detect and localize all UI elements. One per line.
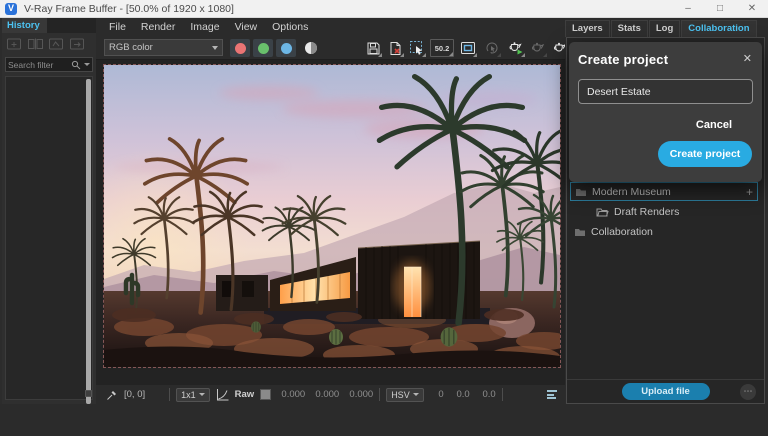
folder-icon [575,187,587,197]
pixel-probe-icon[interactable] [106,389,118,401]
raw-b-value: 0.000 [345,389,373,400]
chevron-down-icon [212,46,218,50]
red-channel-button[interactable] [230,39,250,57]
upload-row: Upload file ⋯ [567,379,764,403]
tab-stats[interactable]: Stats [611,20,648,37]
folder-icon [574,227,586,237]
chevron-down-icon [413,393,419,396]
compare-ab-icon[interactable] [27,37,44,51]
follow-mouse-icon[interactable] [483,39,501,57]
pixel-ratio-value: 1x1 [181,390,196,400]
search-options-caret-icon[interactable] [84,63,90,66]
vray-logo-icon: V [5,3,17,15]
pixel-ratio-dropdown[interactable]: 1x1 [176,388,210,402]
vray-frame-buffer-window: V V-Ray Frame Buffer - [50.0% of 1920 x … [0,0,768,436]
red-channel-dot [235,43,246,54]
green-channel-button[interactable] [253,39,273,57]
raw-r-value: 0.000 [277,389,305,400]
tree-item-modern-museum[interactable]: Modern Museum + [570,182,758,201]
region-render-icon[interactable] [408,39,426,57]
blue-channel-dot [281,43,292,54]
create-project-button[interactable]: Create project [658,141,752,167]
green-channel-dot [258,43,269,54]
clear-image-icon[interactable] [386,39,404,57]
color-mode-value: HSV [391,390,410,400]
set-b-icon[interactable] [69,37,86,51]
tree-item-label: Modern Museum [592,186,671,198]
blue-channel-button[interactable] [276,39,296,57]
hsv-h-value: 0 [430,389,444,400]
menu-render[interactable]: Render [141,21,175,33]
render-viewport [96,60,565,385]
render-last-icon[interactable] [529,39,547,57]
open-folder-icon [596,207,609,217]
history-toolbar [2,33,96,55]
raw-label: Raw [235,389,255,400]
render-image[interactable] [104,65,560,367]
raw-g-value: 0.000 [311,389,339,400]
more-options-button[interactable]: ⋯ [740,384,756,400]
tab-history[interactable]: History [2,18,47,33]
add-render-button[interactable]: + [746,185,753,199]
log-lines-icon[interactable] [547,390,557,399]
upload-file-button[interactable]: Upload file [622,383,710,400]
collaboration-panel: Layers Stats Log Collaboration Modern Mu… [565,18,766,404]
menu-options[interactable]: Options [272,21,308,33]
search-input[interactable] [8,60,71,70]
menu-image[interactable]: Image [190,21,219,33]
menu-file[interactable]: File [109,21,126,33]
search-icon[interactable] [71,60,81,70]
tree-item-collaboration[interactable]: Collaboration [570,222,758,241]
menu-bar: File Render Image View Options [96,18,565,36]
close-button[interactable]: ✕ [736,0,768,17]
hsv-v-value: 0.0 [476,389,496,400]
show-frame-icon[interactable] [459,39,477,57]
save-to-history-icon[interactable] [6,37,23,51]
tree-item-draft-renders[interactable]: Draft Renders [570,202,758,221]
tree-item-label: Draft Renders [614,206,679,218]
create-project-modal: Create project ✕ Cancel Create project [569,42,762,182]
hsv-s-value: 0.0 [450,389,470,400]
modal-title: Create project [578,52,753,67]
channel-select-dropdown[interactable]: RGB color [104,39,223,56]
window-title: V-Ray Frame Buffer - [50.0% of 1920 x 10… [24,3,234,15]
color-mode-dropdown[interactable]: HSV [386,388,424,402]
main-area: File Render Image View Options RGB color [96,18,565,404]
menu-view[interactable]: View [235,21,258,33]
divider [502,388,503,401]
color-swatch [260,389,271,400]
window-bottom-strip [0,404,768,436]
pixel-coords: [0, 0] [124,389,145,400]
tab-log[interactable]: Log [649,20,680,37]
channel-select-value: RGB color [109,42,153,53]
chevron-down-icon [199,393,205,396]
tab-collaboration[interactable]: Collaboration [681,20,756,37]
maximize-button[interactable]: □ [704,0,736,17]
title-bar: V V-Ray Frame Buffer - [50.0% of 1920 x … [0,0,768,18]
history-list[interactable] [5,76,93,400]
divider [169,388,170,401]
tree-item-label: Collaboration [591,226,653,238]
tab-layers[interactable]: Layers [565,20,610,37]
project-name-input[interactable] [578,79,753,104]
history-search [5,57,93,72]
divider [379,388,380,401]
zoom-level-value: 50.2 [435,44,450,53]
history-tab-row: History [2,18,96,33]
mono-channel-icon[interactable] [302,39,320,57]
cancel-button[interactable]: Cancel [696,119,732,131]
save-image-icon[interactable] [364,39,382,57]
display-correction-icon[interactable] [216,388,229,401]
set-a-icon[interactable] [48,37,65,51]
status-bar: [0, 0] 1x1 Raw 0.000 0.000 0.000 HSV 0 0… [96,385,565,404]
minimize-button[interactable]: – [672,0,704,17]
render-interactive-icon[interactable] [507,39,525,57]
history-scrollbar-corner [85,390,92,397]
toolbar: RGB color [96,36,565,60]
history-scrollbar[interactable] [86,79,91,404]
zoom-level-button[interactable]: 50.2 [430,39,454,57]
panel-tab-bar: Layers Stats Log Collaboration [565,18,766,37]
history-panel: History [2,18,96,404]
modal-close-icon[interactable]: ✕ [743,52,752,65]
